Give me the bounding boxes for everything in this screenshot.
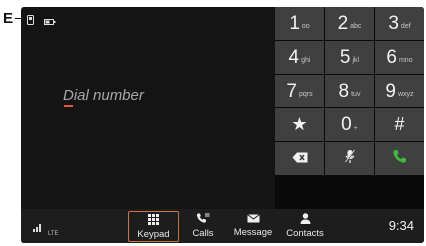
key-letters: def <box>400 23 411 31</box>
nav-message-label: Message <box>233 227 273 239</box>
nav-calls-label: Calls <box>192 228 214 240</box>
key-digit: 5 <box>339 46 351 68</box>
key-letters: wxyz <box>398 91 414 99</box>
network-type: LTE <box>48 231 59 237</box>
phone-connected-icon <box>27 12 36 30</box>
nav-calls[interactable]: Calls <box>184 209 222 243</box>
mic-off-icon <box>343 149 356 169</box>
key-2[interactable]: 2 abc <box>325 7 374 40</box>
key-digit: 8 <box>338 80 350 102</box>
bottom-nav-bar: LTE Keypad Calls Message Contacts 9:34 <box>21 209 424 243</box>
keypad-grid: 1 oo 2 abc 3 def 4 ghi 5 jkl 6 mno 7 pqrs 8 tuv … <box>275 7 424 209</box>
key-digit: 9 <box>385 80 396 102</box>
key-letters: abc <box>350 23 362 31</box>
key-8[interactable]: 8 tuv <box>325 74 374 108</box>
key-5[interactable]: 5 jkl <box>325 40 374 74</box>
call-log-icon <box>196 213 210 227</box>
clock: 9:34 <box>388 218 414 233</box>
key-4[interactable]: 4 ghi <box>275 40 324 74</box>
phone-screen: Dial number 1 oo 2 abc 3 def 4 ghi 5 jkl 6 mno… <box>21 7 424 243</box>
key-digit: 3 <box>388 12 399 34</box>
key-letters: + <box>353 124 358 132</box>
key-digit: 0 <box>341 114 352 136</box>
backspace-icon <box>292 150 308 168</box>
nav-contacts-label: Contacts <box>286 228 324 240</box>
backspace-button[interactable] <box>275 142 324 176</box>
phone-icon <box>392 149 407 169</box>
key-digit: 6 <box>386 46 397 68</box>
key-letters: tuv <box>351 91 361 99</box>
call-button[interactable] <box>375 142 424 176</box>
dial-number-field[interactable]: Dial number <box>21 29 261 209</box>
key-digit: 1 <box>289 12 300 34</box>
nav-message[interactable]: Message <box>227 209 279 243</box>
key-digit: 7 <box>286 80 297 102</box>
hash-symbol: # <box>394 114 405 135</box>
network-status: LTE <box>33 219 59 237</box>
key-letters: mno <box>398 57 413 65</box>
status-icons <box>27 12 56 30</box>
key-0[interactable]: 0 + <box>325 108 374 142</box>
key-digit: 2 <box>337 12 349 34</box>
text-cursor <box>64 105 73 107</box>
key-1[interactable]: 1 oo <box>275 7 324 40</box>
envelope-icon <box>246 214 260 226</box>
keypad-icon <box>148 213 159 228</box>
nav-keypad-label: Keypad <box>137 228 170 240</box>
nav-keypad[interactable]: Keypad <box>128 211 179 242</box>
star-symbol: ★ <box>291 114 308 135</box>
key-letters: pqrs <box>298 91 313 99</box>
person-icon <box>300 213 311 227</box>
nav-contacts[interactable]: Contacts <box>279 209 331 243</box>
signal-strength-icon <box>33 219 42 237</box>
key-3[interactable]: 3 def <box>375 7 424 40</box>
key-9[interactable]: 9 wxyz <box>375 74 424 108</box>
key-letters: ghi <box>301 57 311 65</box>
callout-label: E <box>3 10 14 27</box>
battery-icon <box>44 12 56 30</box>
key-6[interactable]: 6 mno <box>375 40 424 74</box>
key-digit: 4 <box>288 46 300 68</box>
mute-button[interactable] <box>325 142 374 176</box>
key-hash[interactable]: # <box>375 108 424 142</box>
key-letters: jkl <box>352 57 360 65</box>
dial-number-placeholder: Dial number <box>63 87 144 104</box>
key-letters: oo <box>301 23 310 31</box>
key-7[interactable]: 7 pqrs <box>275 74 324 108</box>
key-star[interactable]: ★ <box>275 108 324 142</box>
